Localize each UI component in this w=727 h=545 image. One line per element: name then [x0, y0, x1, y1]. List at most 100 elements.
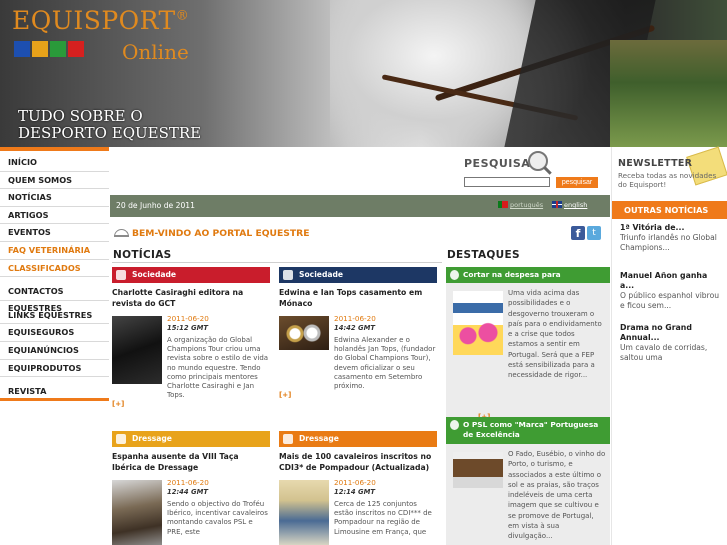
portugal-flag-icon[interactable]	[498, 201, 508, 208]
nav-item-quem-somos[interactable]: QUEM SOMOS	[0, 172, 109, 190]
highlight-thumbnail[interactable]	[453, 452, 503, 488]
current-date: 20 de Junho de 2011	[116, 201, 195, 210]
news-card: Sociedade Edwina e Ian Tops casamento em…	[279, 267, 437, 400]
highlight-excerpt: Uma vida acima das possibilidades e o de…	[508, 289, 602, 380]
news-thumbnail[interactable]	[112, 480, 162, 545]
dressage-icon	[32, 41, 48, 57]
sidebar-nav: INÍCIO QUEM SOMOS NOTÍCIAS ARTIGOS EVENT…	[0, 147, 109, 401]
header-banner: EQUISPORT® Online TUDO SOBRE O DESPORTO …	[0, 0, 727, 147]
category-label: Dressage	[132, 434, 172, 443]
category-label: Dressage	[299, 434, 339, 443]
news-title[interactable]: Edwina e Ian Tops casamento em Mónaco	[279, 288, 437, 309]
highlight-header[interactable]: Cortar na despesa para racionalizar...	[446, 267, 610, 295]
jumping-icon	[14, 41, 30, 57]
endurance-icon	[68, 41, 84, 57]
uk-flag-icon[interactable]	[552, 201, 562, 208]
horse-head-icon	[450, 420, 459, 430]
banner-field	[610, 40, 727, 147]
nav-item-contactos-equestres[interactable]: CONTACTOS EQUESTRES	[0, 283, 109, 313]
category-icon	[116, 270, 126, 280]
search-box: PESQUISA pesquisar	[458, 147, 610, 195]
other-news-text: O público espanhol vibrou e ficou sem...	[620, 291, 720, 310]
news-thumbnail[interactable]	[279, 480, 329, 545]
site-logo[interactable]: EQUISPORT®	[12, 6, 189, 35]
news-thumbnail[interactable]	[279, 316, 329, 350]
highlight-card: O PSL como "Marca" Portuguesa de Excelên…	[446, 417, 610, 545]
category-header[interactable]: Dressage	[279, 431, 437, 447]
nav-item-inicio[interactable]: INÍCIO	[0, 154, 109, 172]
welcome-bar: BEM-VINDO AO PORTAL EQUESTRE f t	[110, 225, 610, 247]
language-portuguese-link[interactable]: português	[510, 201, 543, 209]
horse-head-icon	[450, 270, 459, 280]
highlight-excerpt: O Fado, Eusébio, o vinho do Porto, o tur…	[508, 450, 606, 541]
other-news-item[interactable]: Drama no Grand Annual... Um cavalo de co…	[620, 323, 724, 363]
news-time: 12:14 GMT	[334, 488, 375, 496]
highlight-body: Uma vida acima das possibilidades e o de…	[446, 283, 610, 429]
search-button[interactable]: pesquisar	[556, 177, 598, 188]
news-card: Sociedade Charlotte Casiraghi editora na…	[112, 267, 270, 410]
eventing-icon	[50, 41, 66, 57]
news-date: 2011-06-20	[334, 314, 376, 323]
search-title: PESQUISA	[464, 157, 531, 170]
nav-item-equianuncios[interactable]: EQUIANÚNCIOS	[0, 342, 109, 360]
nav-item-links-equestres[interactable]: LINKS EQUESTRES	[0, 307, 109, 325]
other-news-title[interactable]: Drama no Grand Annual...	[620, 323, 724, 343]
category-label: Sociedade	[132, 270, 177, 279]
news-section-title: NOTÍCIAS	[113, 249, 172, 261]
other-news-title[interactable]: 1ª Vitória de...	[620, 223, 724, 233]
nav-item-artigos[interactable]: ARTIGOS	[0, 207, 109, 225]
highlight-thumbnail[interactable]	[453, 291, 503, 355]
read-more-link[interactable]: [+]	[112, 400, 124, 408]
news-body: 2011-06-20 15:12 GMT A organização do Gl…	[112, 314, 270, 410]
tagline-line-2: DESPORTO EQUESTRE	[18, 124, 202, 142]
tagline-line-1: TUDO SOBRE O	[18, 107, 143, 125]
highlight-title[interactable]: O PSL como "Marca" Portuguesa de Excelên…	[463, 420, 598, 439]
newsletter-title[interactable]: NEWSLETTER	[618, 158, 692, 169]
highlights-section-title: DESTAQUES	[447, 249, 520, 261]
site-logo-subtitle: Online	[122, 40, 189, 64]
tagline: TUDO SOBRE O DESPORTO EQUESTRE	[18, 108, 201, 142]
right-column: NEWSLETTER Receba todas as novidades do …	[611, 146, 727, 545]
category-header[interactable]: Sociedade	[112, 267, 270, 283]
news-date: 2011-06-20	[167, 478, 209, 487]
facebook-icon[interactable]: f	[571, 226, 585, 240]
magnifier-icon	[528, 151, 548, 171]
other-news-text: Um cavalo de corridas, saltou uma	[620, 343, 708, 362]
twitter-icon[interactable]: t	[587, 226, 601, 240]
nav-item-equiprodutos[interactable]: EQUIPRODUTOS	[0, 360, 109, 378]
highlight-header[interactable]: O PSL como "Marca" Portuguesa de Excelên…	[446, 417, 610, 444]
welcome-title: BEM-VINDO AO PORTAL EQUESTRE	[132, 228, 310, 239]
news-date: 2011-06-20	[167, 314, 209, 323]
read-more-link[interactable]: [+]	[279, 391, 291, 399]
other-news-text: Triunfo irlandês no Global Champions...	[620, 233, 717, 252]
news-title[interactable]: Espanha ausente da VIII Taça Ibérica de …	[112, 452, 270, 473]
other-news-item[interactable]: 1ª Vitória de... Triunfo irlandês no Glo…	[620, 223, 724, 253]
news-date: 2011-06-20	[334, 478, 376, 487]
other-news-item[interactable]: Manuel Añon ganha a... O público espanho…	[620, 271, 724, 311]
category-header[interactable]: Sociedade	[279, 267, 437, 283]
section-divider	[112, 262, 442, 263]
date-bar: 20 de Junho de 2011 português english	[110, 195, 610, 217]
news-title[interactable]: Mais de 100 cavaleiros inscritos no CDI3…	[279, 452, 437, 473]
other-news-title[interactable]: Manuel Añon ganha a...	[620, 271, 724, 291]
language-english-link[interactable]: english	[564, 201, 587, 209]
news-thumbnail[interactable]	[112, 316, 162, 384]
news-body: 2011-06-20 14:42 GMT Edwina Alexander e …	[279, 314, 437, 400]
nav-item-faq-veterinaria[interactable]: FAQ VETERINÁRIA	[0, 242, 109, 260]
logo-discipline-icons	[14, 41, 84, 57]
news-time: 15:12 GMT	[167, 324, 208, 332]
category-icon	[283, 434, 293, 444]
category-icon	[116, 434, 126, 444]
news-body: 2011-06-20 12:44 GMT Sendo o objectivo d…	[112, 478, 270, 545]
nav-item-revista[interactable]: REVISTA	[0, 383, 109, 401]
riding-helmet-icon	[114, 229, 129, 237]
news-title[interactable]: Charlotte Casiraghi editora na revista d…	[112, 288, 270, 309]
category-label: Sociedade	[299, 270, 344, 279]
nav-item-equiseguros[interactable]: EQUISEGUROS	[0, 324, 109, 342]
nav-item-classificados[interactable]: CLASSIFICADOS	[0, 260, 109, 278]
nav-item-noticias[interactable]: NOTÍCIAS	[0, 189, 109, 207]
news-time: 12:44 GMT	[167, 488, 208, 496]
nav-item-eventos[interactable]: EVENTOS	[0, 224, 109, 242]
search-input[interactable]	[464, 177, 550, 187]
category-header[interactable]: Dressage	[112, 431, 270, 447]
